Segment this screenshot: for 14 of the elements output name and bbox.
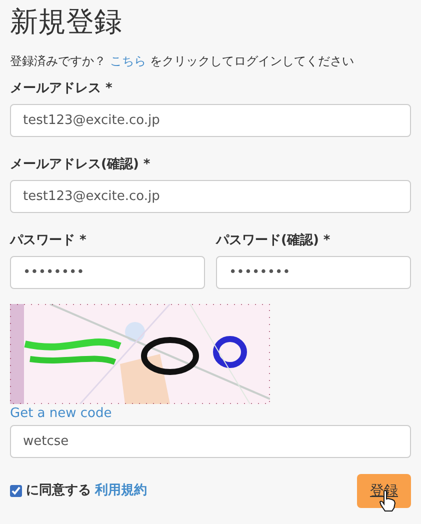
password-field[interactable]: •••••••• xyxy=(216,256,411,289)
checkbox[interactable] xyxy=(10,485,22,497)
field-label: パスワード * xyxy=(10,232,88,250)
input-field[interactable]: test123@excite.co.jp xyxy=(10,104,411,137)
prompt-text: 登録済みですか？ xyxy=(10,53,106,70)
captcha-field[interactable]: wetcse xyxy=(10,425,411,458)
field-label: メールアドレス * xyxy=(10,80,114,98)
prompt-text: をクリックしてログインしてください xyxy=(150,53,354,70)
page-title: 新規登録 xyxy=(10,4,123,40)
agree-text: に同意する xyxy=(26,482,91,500)
password-field[interactable]: •••••••• xyxy=(10,256,205,289)
field-label: パスワード(確認) * xyxy=(216,232,332,250)
field-label: メールアドレス(確認) * xyxy=(10,156,152,174)
input-field[interactable]: test123@excite.co.jp xyxy=(10,180,411,213)
